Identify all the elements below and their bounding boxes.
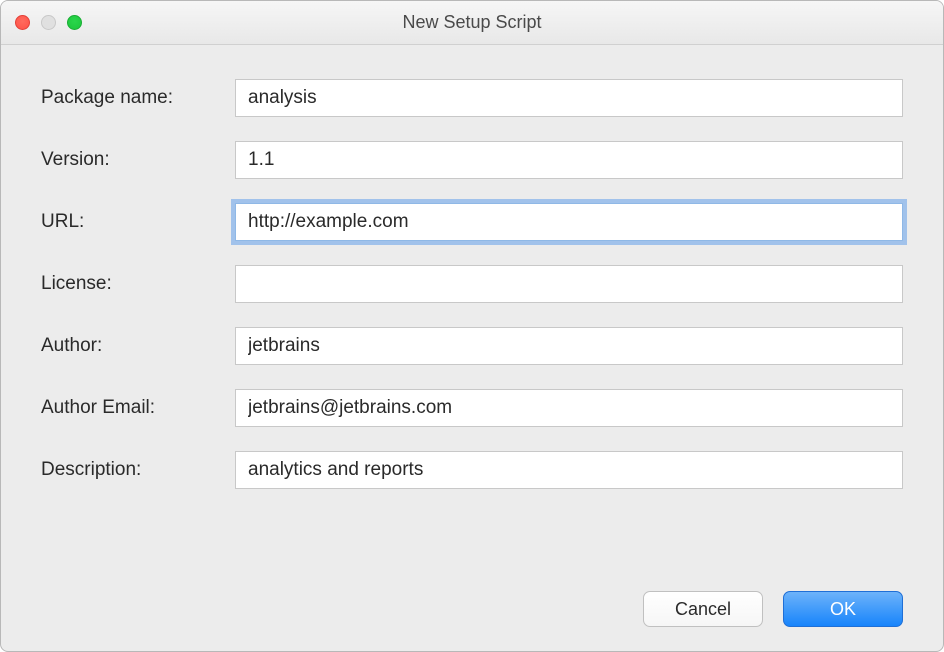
cancel-button[interactable]: Cancel — [643, 591, 763, 627]
author-email-label: Author Email: — [41, 397, 231, 419]
package-name-label: Package name: — [41, 87, 231, 109]
minimize-window-button[interactable] — [41, 15, 56, 30]
titlebar: New Setup Script — [1, 1, 943, 45]
description-input[interactable] — [235, 451, 903, 489]
author-input[interactable] — [235, 327, 903, 365]
package-name-input[interactable] — [235, 79, 903, 117]
url-input[interactable] — [235, 203, 903, 241]
license-input[interactable] — [235, 265, 903, 303]
url-label: URL: — [41, 211, 231, 233]
dialog-content: Package name: Version: URL: License: Aut… — [1, 45, 943, 651]
author-label: Author: — [41, 335, 231, 357]
author-email-input[interactable] — [235, 389, 903, 427]
description-label: Description: — [41, 459, 231, 481]
ok-button[interactable]: OK — [783, 591, 903, 627]
version-input[interactable] — [235, 141, 903, 179]
maximize-window-button[interactable] — [67, 15, 82, 30]
dialog-window: New Setup Script Package name: Version: … — [0, 0, 944, 652]
version-label: Version: — [41, 149, 231, 171]
close-window-button[interactable] — [15, 15, 30, 30]
window-title: New Setup Script — [402, 12, 541, 33]
button-row: Cancel OK — [41, 561, 903, 627]
window-controls — [15, 15, 82, 30]
license-label: License: — [41, 273, 231, 295]
form: Package name: Version: URL: License: Aut… — [41, 79, 903, 489]
